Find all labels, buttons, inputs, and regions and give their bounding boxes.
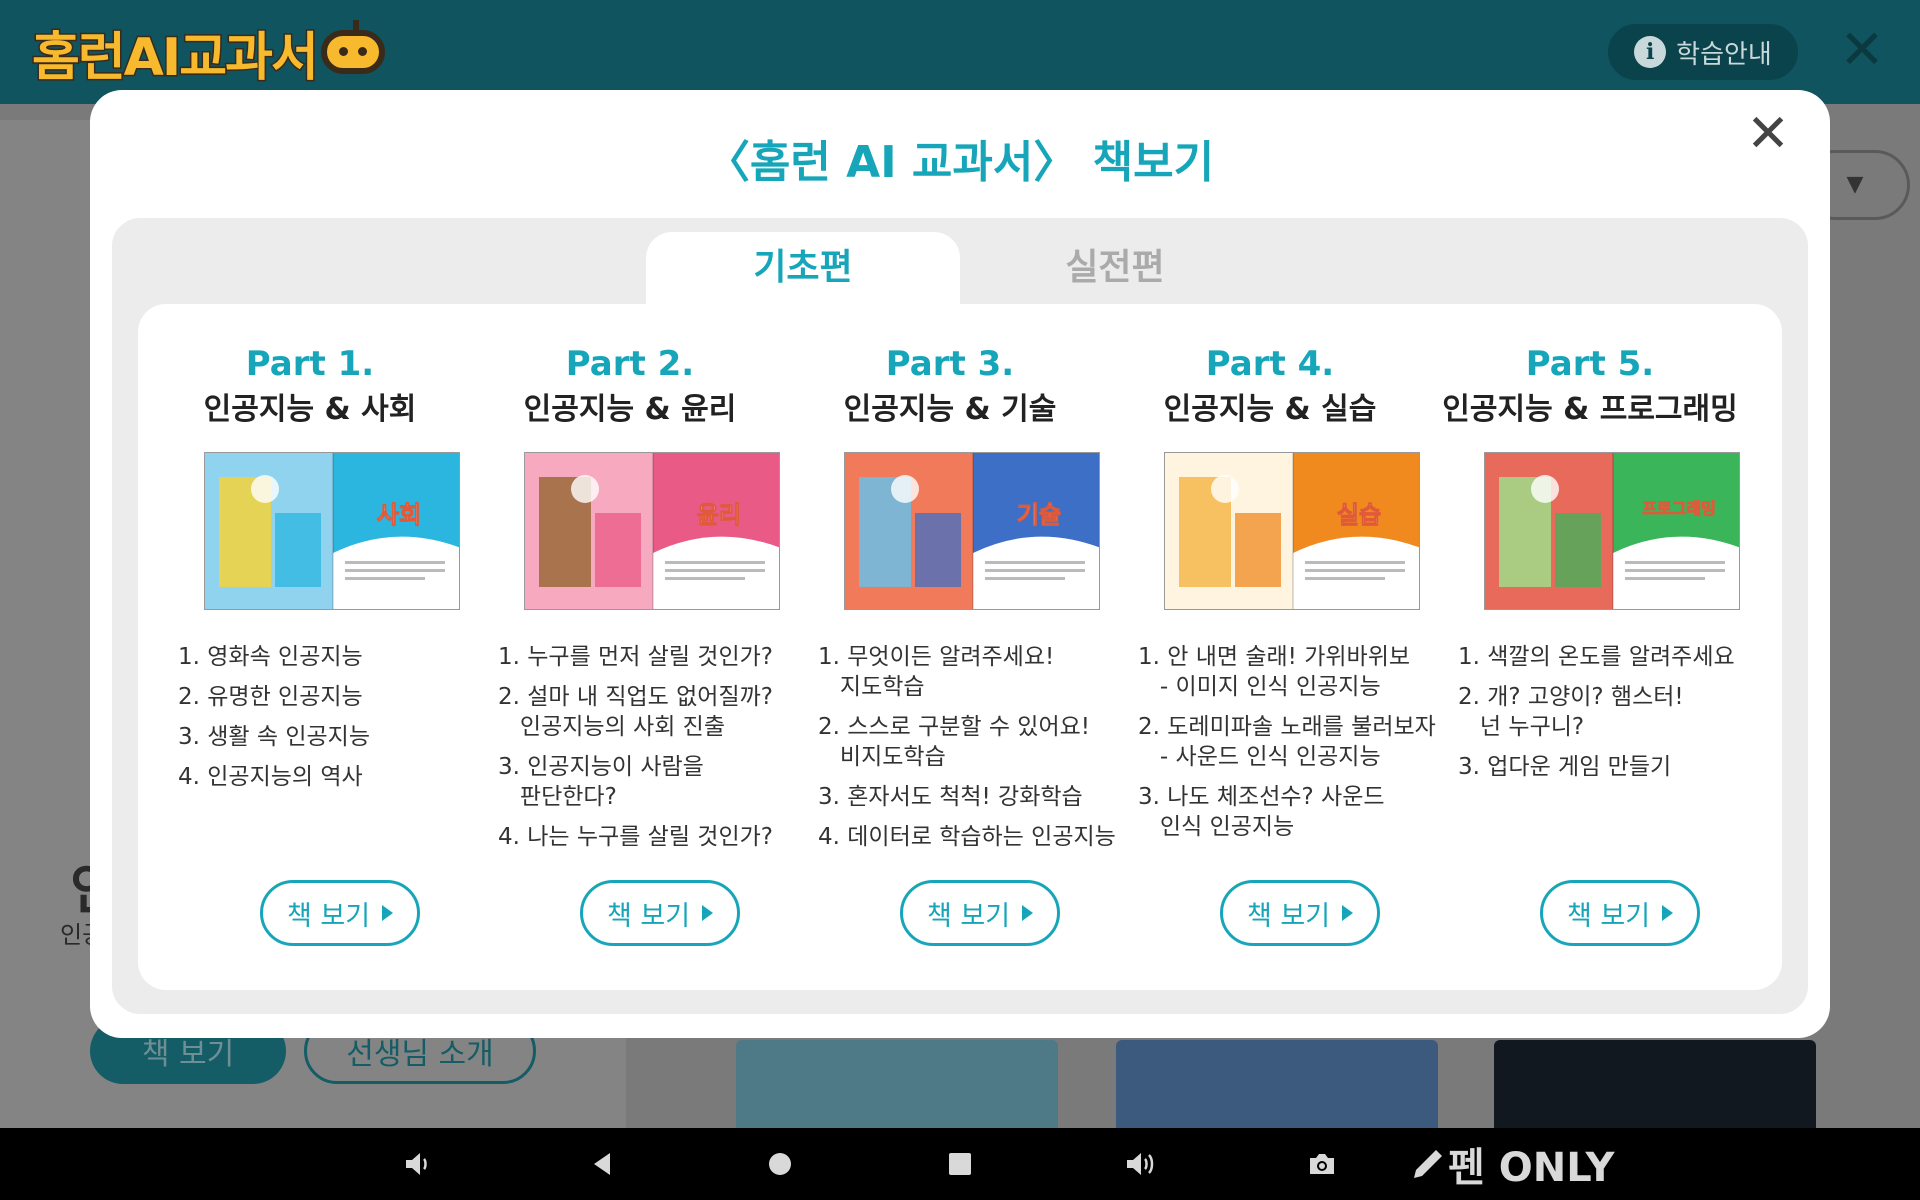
part-title: 인공지능 & 윤리 xyxy=(523,392,737,427)
background-video-thumbnail[interactable] xyxy=(1116,1040,1438,1128)
table-of-contents: 1. 색깔의 온도를 알려주세요 2. 개? 고양이? 햄스터! 넌 누구니? 3.… xyxy=(1458,642,1763,792)
app-logo-text: 홈런AI교과서 xyxy=(31,26,321,89)
tab-advanced[interactable]: 실전편 xyxy=(958,232,1272,304)
background-video-thumbnail[interactable] xyxy=(736,1040,1058,1128)
book-viewer-modal: ✕ 〈홈런 AI 교과서〉 책보기 기초편 실전편 Part 1. 인공지능 & … xyxy=(90,90,1830,1038)
part-title: 인공지능 & 사회 xyxy=(203,392,417,427)
read-book-label: 책 보기 xyxy=(286,900,371,932)
part-number: Part 5. xyxy=(1525,344,1655,384)
list-item: 3. 업다운 게임 만들기 xyxy=(1458,754,1672,780)
read-book-button[interactable]: 책 보기 xyxy=(260,880,420,946)
list-item: 2. 스스로 구분할 수 있어요! 비지도학습 xyxy=(818,714,1091,770)
list-item: 4. 인공지능의 역사 xyxy=(178,764,363,790)
part-column: Part 2. 인공지능 & 윤리윤리 1. 누구를 먼저 살릴 것인가? 2. 설마… xyxy=(480,304,780,990)
play-arrow-icon xyxy=(1342,905,1354,921)
part-column: Part 3. 인공지능 & 기술기술 1. 무엇이든 알려주세요! 지도학습 2. … xyxy=(800,304,1116,990)
book-cover-image[interactable]: 윤리 xyxy=(524,452,780,610)
list-item: 1. 무엇이든 알려주세요! 지도학습 xyxy=(818,644,1055,700)
part-column: Part 4. 인공지능 & 실습실습 1. 안 내면 술래! 가위바위보 - 이미… xyxy=(1120,304,1436,990)
background-video-thumbnail[interactable] xyxy=(1494,1040,1816,1128)
modal-inner-panel: 기초편 실전편 Part 1. 인공지능 & 사회사회 1. 영화속 인공지능 2. … xyxy=(112,218,1808,1014)
list-item: 2. 설마 내 직업도 없어질까? 인공지능의 사회 진출 xyxy=(498,684,773,740)
part-title: 인공지능 & 기술 xyxy=(843,392,1057,427)
back-icon[interactable] xyxy=(582,1128,622,1200)
part-number: Part 3. xyxy=(885,344,1015,384)
book-cover-label: 윤리 xyxy=(696,501,742,530)
list-item: 1. 색깔의 온도를 알려주세요 xyxy=(1458,644,1735,670)
table-of-contents: 1. 영화속 인공지능 2. 유명한 인공지능 3. 생활 속 인공지능 4. 인공지… xyxy=(178,642,483,802)
list-item: 2. 도레미파솔 노래를 불러보자 - 사운드 인식 인공지능 xyxy=(1138,714,1436,770)
book-cover-label: 기술 xyxy=(1016,501,1062,530)
part-title: 인공지능 & 실습 xyxy=(1163,392,1377,427)
robot-logo-icon xyxy=(320,20,385,74)
book-cover-label: 프로그래밍 xyxy=(1642,499,1717,519)
book-cover-image[interactable]: 프로그래밍 xyxy=(1484,452,1740,610)
recents-icon[interactable] xyxy=(940,1128,980,1200)
modal-title: 〈홈런 AI 교과서〉 책보기 xyxy=(705,137,1215,188)
app-logo: 홈런AI교과서 xyxy=(31,14,385,90)
read-book-label: 책 보기 xyxy=(606,900,691,932)
part-number: Part 4. xyxy=(1205,344,1335,384)
list-item: 2. 유명한 인공지능 xyxy=(178,684,363,710)
table-of-contents: 1. 안 내면 술래! 가위바위보 - 이미지 인식 인공지능 2. 도레미파솔 … xyxy=(1138,642,1443,852)
book-cover-label: 실습 xyxy=(1336,501,1382,530)
home-icon[interactable] xyxy=(760,1128,800,1200)
book-cover-image[interactable]: 실습 xyxy=(1164,452,1420,610)
read-book-label: 책 보기 xyxy=(926,900,1011,932)
learning-guide-label: 학습안내 xyxy=(1676,39,1772,70)
pen-only-toggle[interactable]: 펜 ONLY xyxy=(1408,1128,1614,1200)
read-book-button[interactable]: 책 보기 xyxy=(1220,880,1380,946)
book-cover-image[interactable]: 사회 xyxy=(204,452,460,610)
part-column: Part 1. 인공지능 & 사회사회 1. 영화속 인공지능 2. 유명한 인공지능… xyxy=(160,304,460,990)
list-item: 1. 누구를 먼저 살릴 것인가? xyxy=(498,644,773,670)
app-header: 홈런AI교과서 i 학습안내 ✕ xyxy=(0,0,1920,104)
read-book-button[interactable]: 책 보기 xyxy=(1540,880,1700,946)
table-of-contents: 1. 누구를 먼저 살릴 것인가? 2. 설마 내 직업도 없어질까? 인공지능의… xyxy=(498,642,803,862)
list-item: 3. 혼자서도 척척! 강화학습 xyxy=(818,784,1083,810)
tab-basic[interactable]: 기초편 xyxy=(646,232,960,304)
read-book-label: 책 보기 xyxy=(1246,900,1331,932)
table-of-contents: 1. 무엇이든 알려주세요! 지도학습 2. 스스로 구분할 수 있어요! 비지도… xyxy=(818,642,1123,862)
list-item: 1. 안 내면 술래! 가위바위보 - 이미지 인식 인공지능 xyxy=(1138,644,1411,700)
book-cover-image[interactable]: 기술 xyxy=(844,452,1100,610)
read-book-button[interactable]: 책 보기 xyxy=(580,880,740,946)
parts-content: Part 1. 인공지능 & 사회사회 1. 영화속 인공지능 2. 유명한 인공지능… xyxy=(138,304,1782,990)
read-book-button[interactable]: 책 보기 xyxy=(900,880,1060,946)
list-item: 1. 영화속 인공지능 xyxy=(178,644,363,670)
info-icon: i xyxy=(1634,36,1667,68)
camera-icon[interactable] xyxy=(1302,1128,1342,1200)
part-number: Part 2. xyxy=(565,344,695,384)
learning-guide-button[interactable]: i 학습안내 xyxy=(1608,24,1798,80)
app-close-icon[interactable]: ✕ xyxy=(1834,22,1890,78)
volume-down-icon[interactable] xyxy=(398,1128,438,1200)
chevron-down-icon: ▼ xyxy=(1846,172,1864,197)
pen-only-label: 펜 ONLY xyxy=(1448,1145,1615,1191)
part-column: Part 5. 인공지능 & 프로그래밍프로그래밍 1. 색깔의 온도를 알려주세요… xyxy=(1440,304,1740,990)
list-item: 4. 나는 누구를 살릴 것인가? xyxy=(498,824,773,850)
book-cover-label: 사회 xyxy=(376,501,422,530)
list-item: 2. 개? 고양이? 햄스터! 넌 누구니? xyxy=(1458,684,1684,740)
list-item: 3. 생활 속 인공지능 xyxy=(178,724,370,750)
read-book-label: 책 보기 xyxy=(1566,900,1651,932)
pencil-icon xyxy=(1414,1150,1442,1178)
volume-up-icon[interactable] xyxy=(1120,1128,1160,1200)
play-arrow-icon xyxy=(702,905,714,921)
system-nav-bar: 펜 ONLY xyxy=(0,1128,1920,1200)
play-arrow-icon xyxy=(382,905,394,921)
play-arrow-icon xyxy=(1662,905,1674,921)
list-item: 4. 데이터로 학습하는 인공지능 xyxy=(818,824,1116,850)
play-arrow-icon xyxy=(1022,905,1034,921)
part-number: Part 1. xyxy=(245,344,375,384)
part-title: 인공지능 & 프로그래밍 xyxy=(1442,392,1738,427)
list-item: 3. 나도 체조선수? 사운드 인식 인공지능 xyxy=(1138,784,1385,840)
list-item: 3. 인공지능이 사람을 판단한다? xyxy=(498,754,704,810)
